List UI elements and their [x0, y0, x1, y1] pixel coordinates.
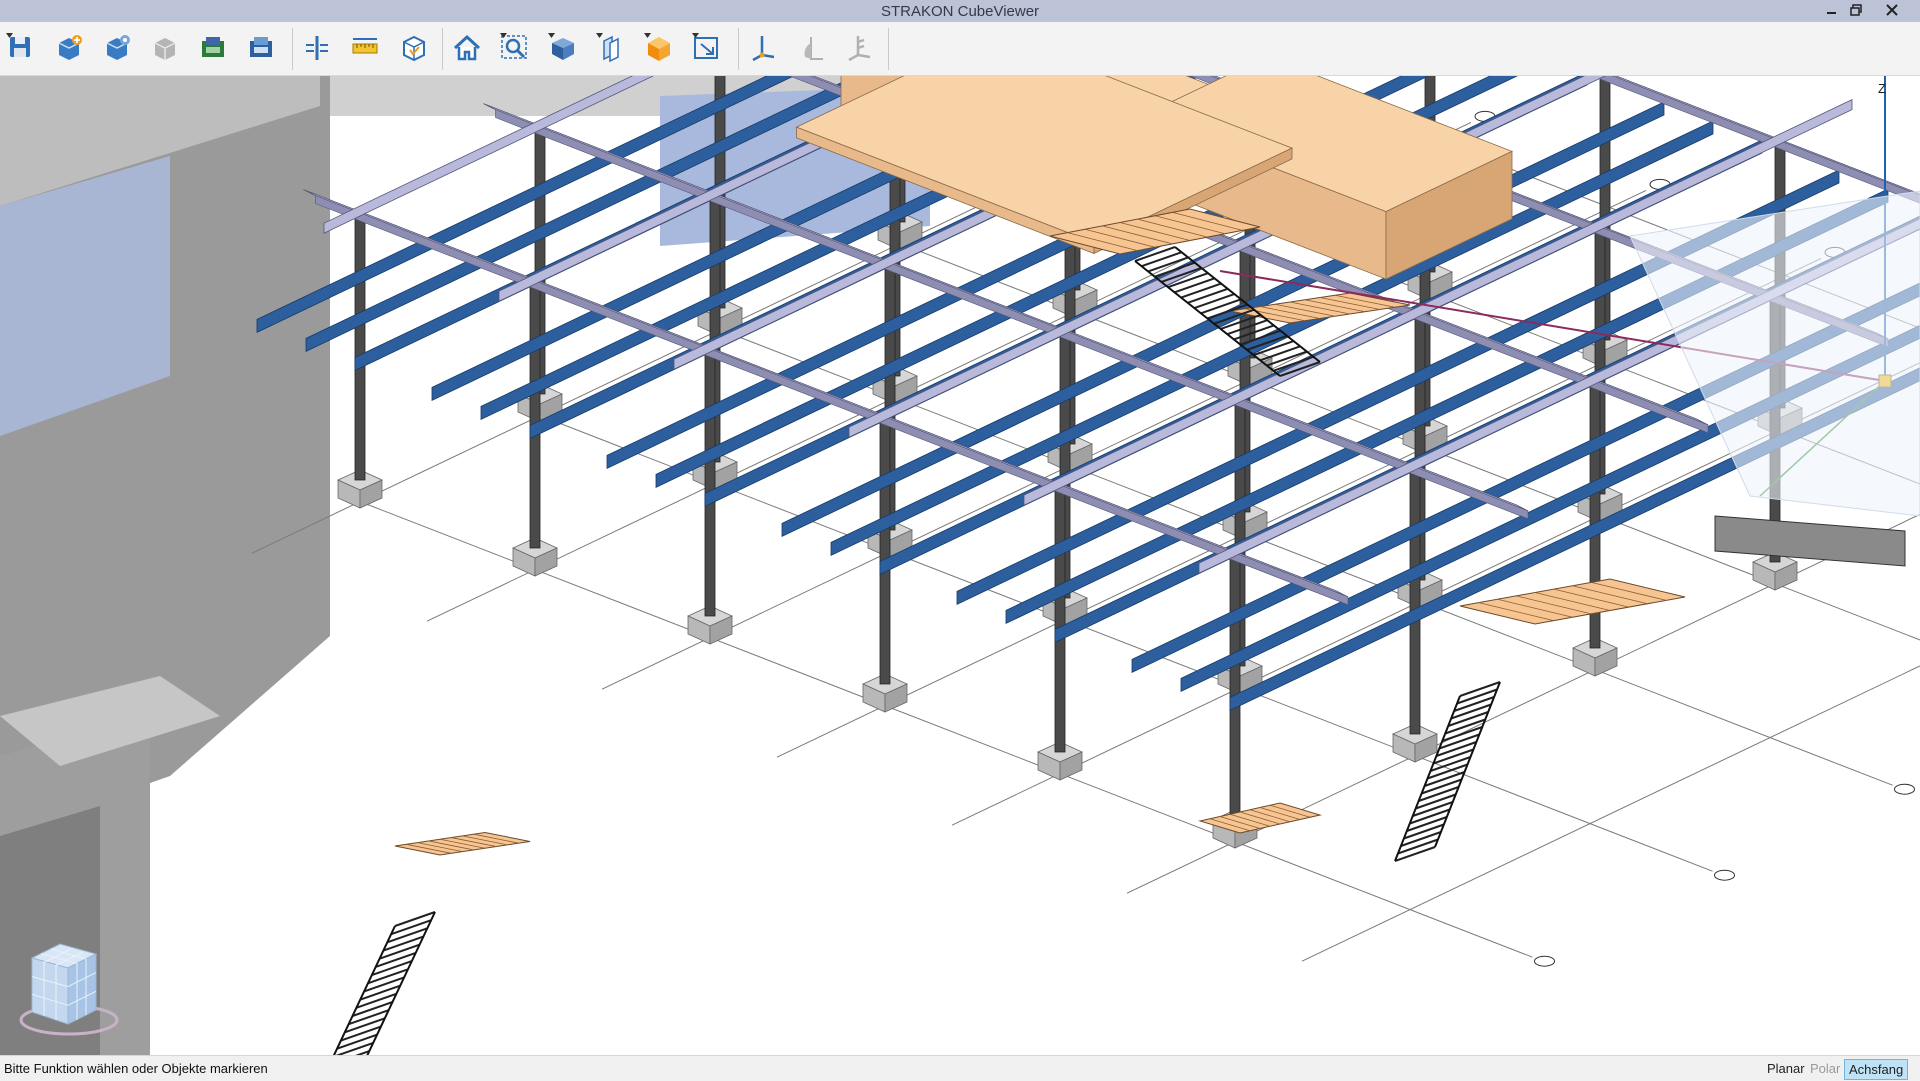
steel-column — [1230, 550, 1240, 820]
snap-polar-toggle[interactable]: Polar — [1806, 1059, 1844, 1078]
steel-column — [355, 210, 365, 480]
stair-step — [1442, 727, 1482, 741]
angle-tool-button[interactable] — [792, 26, 836, 70]
model-grey-button[interactable] — [146, 26, 190, 70]
axis-grey-icon — [844, 33, 874, 63]
restore-button[interactable] — [1842, 0, 1870, 20]
home-icon — [452, 33, 482, 63]
stair-step — [1175, 278, 1215, 292]
steel-column — [530, 278, 540, 548]
stair-step — [1419, 787, 1459, 801]
stair-step — [1194, 294, 1234, 308]
chevron-down-icon[interactable] — [692, 33, 699, 38]
nav-cube-faces — [32, 944, 96, 1024]
stair-step — [1401, 832, 1441, 846]
model-settings-button[interactable] — [98, 26, 142, 70]
axis-tool-icon — [748, 33, 778, 63]
clip-box-button[interactable] — [394, 26, 438, 70]
stair-step — [1407, 817, 1447, 831]
toolbar-separator — [442, 28, 443, 70]
home-button[interactable] — [448, 26, 492, 70]
import-icon — [198, 33, 228, 63]
toolbar-separator — [888, 28, 889, 70]
select-box-button[interactable] — [688, 26, 732, 70]
close-icon — [1886, 4, 1898, 16]
restore-icon — [1850, 4, 1862, 16]
steel-column — [1410, 464, 1420, 734]
axis-tool-button[interactable] — [744, 26, 788, 70]
wall-block — [1715, 516, 1905, 566]
toolbar — [0, 22, 1920, 76]
section-icon — [302, 33, 332, 63]
snap-planar-toggle[interactable]: Planar — [1763, 1059, 1809, 1078]
model-viewport[interactable]: Z — [0, 76, 1920, 1055]
close-button[interactable] — [1870, 0, 1914, 20]
save-button[interactable] — [2, 26, 46, 70]
z-axis-label: Z — [1878, 81, 1886, 96]
stair-step — [1422, 780, 1462, 794]
ruler-icon — [350, 33, 380, 63]
stair-step — [1425, 772, 1465, 786]
stair-step — [1428, 765, 1468, 779]
export-icon — [246, 33, 276, 63]
chevron-down-icon[interactable] — [596, 33, 603, 38]
stair-step — [1433, 750, 1473, 764]
window-title: STRAKON CubeViewer — [0, 3, 1920, 20]
axis-disabled-button[interactable] — [840, 26, 884, 70]
grid-bubble — [1715, 870, 1735, 880]
render-solid-button[interactable] — [640, 26, 684, 70]
status-bar: Bitte Funktion wählen oder Objekte marki… — [0, 1055, 1920, 1081]
add-model-icon — [54, 33, 84, 63]
chevron-down-icon[interactable] — [6, 33, 13, 38]
steel-column — [1055, 482, 1065, 752]
steel-column — [705, 346, 715, 616]
stair-step — [1395, 847, 1435, 861]
navigation-cube-icon[interactable] — [14, 932, 124, 1042]
import-button[interactable] — [194, 26, 238, 70]
stair-step — [1188, 289, 1228, 303]
stair-step — [1416, 795, 1456, 809]
export-button[interactable] — [242, 26, 286, 70]
stair-step — [1404, 825, 1444, 839]
stair-step — [1410, 810, 1450, 824]
chevron-down-icon[interactable] — [500, 33, 507, 38]
stair-step — [1413, 802, 1453, 816]
angle-icon — [796, 33, 826, 63]
cut-planes-button[interactable] — [592, 26, 636, 70]
stair-step — [1142, 252, 1182, 266]
building-model[interactable] — [0, 76, 1920, 1055]
stair-step — [1457, 690, 1497, 704]
grid-bubble — [1535, 956, 1555, 966]
minimize-icon — [1826, 4, 1838, 16]
title-bar: STRAKON CubeViewer — [0, 0, 1920, 22]
toolbar-separator — [292, 28, 293, 70]
status-message: Bitte Funktion wählen oder Objekte marki… — [4, 1061, 268, 1076]
view-cube-button[interactable] — [544, 26, 588, 70]
stair-step — [1454, 697, 1494, 711]
add-model-button[interactable] — [50, 26, 94, 70]
gear-model-icon — [102, 33, 132, 63]
stair-step — [1398, 840, 1438, 854]
clip-box-icon — [398, 33, 428, 63]
section-button[interactable] — [298, 26, 342, 70]
grid-line — [602, 190, 1646, 689]
bounding-plane — [1630, 191, 1920, 516]
snap-axis-toggle[interactable]: Achsfang — [1844, 1059, 1908, 1080]
chevron-down-icon[interactable] — [548, 33, 555, 38]
grey-model-icon — [150, 33, 180, 63]
chevron-down-icon[interactable] — [644, 33, 651, 38]
zoom-button[interactable] — [496, 26, 540, 70]
measure-button[interactable] — [346, 26, 390, 70]
steel-column — [880, 414, 890, 684]
grid-line — [777, 258, 1821, 757]
stair-step — [1181, 284, 1221, 298]
grid-bubble — [1895, 784, 1915, 794]
toolbar-separator — [738, 28, 739, 70]
stair-step — [1460, 682, 1500, 696]
stair-step — [1436, 742, 1476, 756]
stair-step — [1451, 705, 1491, 719]
